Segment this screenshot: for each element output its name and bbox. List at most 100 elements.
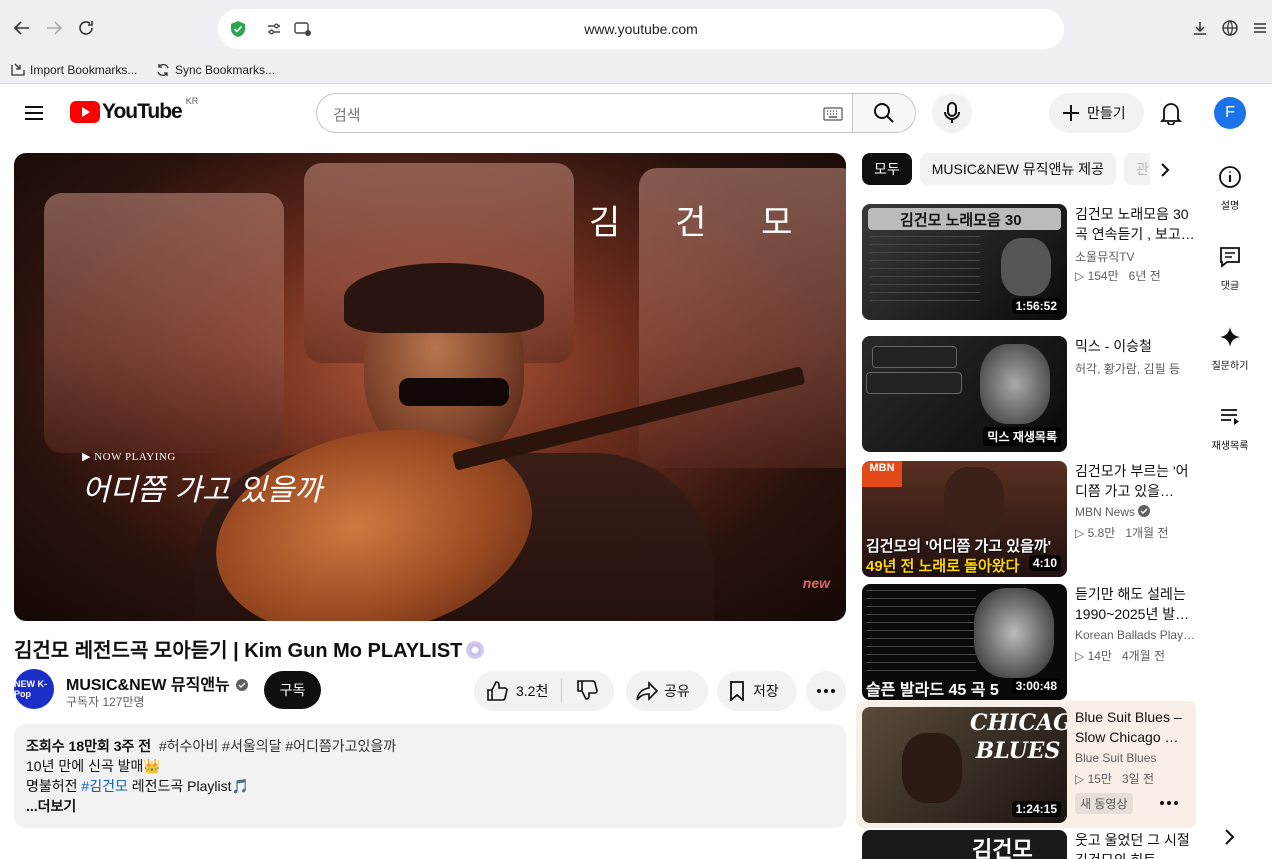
- channel-name[interactable]: MUSIC&NEW 뮤직앤뉴: [66, 671, 249, 695]
- bookmark-label: Import Bookmarks...: [30, 63, 138, 77]
- subscribe-button[interactable]: 구독: [264, 671, 321, 709]
- back-icon[interactable]: [6, 12, 38, 44]
- description-line: 명불허전 #김건모 레전드곡 Playlist🎵: [26, 778, 249, 794]
- search-input[interactable]: 검색: [316, 93, 853, 133]
- rail-comments[interactable]: 댓글: [1200, 245, 1260, 292]
- recommendation-channel[interactable]: Blue Suit Blues: [1075, 751, 1195, 765]
- recommendation-thumbnail[interactable]: 슬픈 발라드 45 곡 5 3:00:48: [862, 584, 1067, 700]
- address-bar[interactable]: www.youtube.com: [218, 9, 1064, 49]
- rail-label: 댓글: [1220, 281, 1240, 292]
- thumbnail-text: 슬픈 발라드 45 곡 5: [866, 682, 999, 699]
- create-label: 만들기: [1087, 105, 1126, 121]
- comment-icon: [1220, 247, 1240, 268]
- hamburger-menu-icon[interactable]: [24, 103, 44, 128]
- share-label: 공유: [664, 683, 690, 699]
- account-avatar[interactable]: F: [1214, 97, 1246, 129]
- recommendation-meta: ▷ 154만 6년 전: [1075, 269, 1161, 283]
- new-video-badge: 새 동영상: [1075, 793, 1133, 814]
- recommendation-item[interactable]: CHICAGO BLUES 1:24:15 Blue Suit Blues – …: [862, 707, 1196, 823]
- now-playing-label: ▶ NOW PLAYING: [82, 451, 176, 463]
- like-count: 3.2천: [516, 683, 549, 699]
- rail-ask[interactable]: 질문하기: [1200, 325, 1260, 372]
- recommendation-item[interactable]: 김건모 노래모음 30 1:56:52 김건모 노래모음 30곡 연속듣기 , …: [862, 204, 1196, 320]
- recommendation-thumbnail[interactable]: MBN 김건모의 '어디쯤 가고 있을까' 49년 전 노래로 돌아왔다 4:1…: [862, 461, 1067, 577]
- search-icon: [874, 103, 894, 123]
- region-code: KR: [185, 96, 199, 106]
- recommendation-title[interactable]: 듣기만 해도 설레는 1990~2025년 발…: [1075, 584, 1195, 624]
- thumbnail-text: 김건모의 '어디쯤 가고 있을까': [866, 538, 1052, 555]
- recommendation-channel[interactable]: Korean Ballads Play…: [1075, 628, 1195, 642]
- recommendation-thumbnail[interactable]: 믹스 재생목록: [862, 336, 1067, 452]
- like-button[interactable]: 3.2천: [474, 679, 562, 703]
- recommendation-meta: ▷ 15만 3일 전: [1075, 772, 1155, 786]
- show-more-link[interactable]: ...더보기: [26, 796, 834, 816]
- dislike-button[interactable]: [562, 679, 598, 704]
- share-icon: [636, 681, 658, 701]
- save-button[interactable]: 저장: [717, 671, 797, 711]
- sync-bookmarks[interactable]: Sync Bookmarks...: [155, 60, 275, 80]
- recommendation-thumbnail[interactable]: 김건모 노래모음 30 1:56:52: [862, 204, 1067, 320]
- rail-label: 질문하기: [1211, 361, 1249, 372]
- bookmark-icon: [730, 681, 744, 701]
- more-actions-button[interactable]: [806, 671, 846, 711]
- search-button[interactable]: [852, 93, 916, 133]
- more-horizontal-icon: [817, 689, 835, 693]
- chip-all[interactable]: 모두: [862, 153, 912, 185]
- hashtag-link[interactable]: #김건모: [81, 778, 127, 794]
- logo-text: YouTube: [102, 100, 183, 123]
- recommendation-channel[interactable]: 소울뮤직TV: [1075, 248, 1195, 265]
- chip-next-arrow[interactable]: [1150, 155, 1180, 185]
- recommendation-item[interactable]: 믹스 재생목록 믹스 - 이승철 허각, 황가람, 김필 등: [862, 330, 1196, 452]
- create-button[interactable]: 만들기: [1049, 93, 1144, 133]
- translate-icon[interactable]: [1214, 12, 1246, 44]
- download-icon[interactable]: [1184, 12, 1216, 44]
- share-button[interactable]: 공유: [626, 671, 708, 711]
- overlay-artist-name: 김 건 모: [589, 203, 815, 243]
- reload-icon[interactable]: [70, 12, 102, 44]
- notifications-bell-icon[interactable]: [1159, 101, 1183, 130]
- import-bookmarks[interactable]: Import Bookmarks...: [10, 60, 137, 80]
- recommendation-thumbnail[interactable]: CHICAGO BLUES 1:24:15: [862, 707, 1067, 823]
- recommendation-thumbnail[interactable]: 김건모: [862, 830, 1067, 859]
- channel-avatar[interactable]: NEW K-Pop: [14, 669, 54, 709]
- description-box[interactable]: 조회수 18만회 3주 전 #허수아비 #서울의달 #어디쯤가고있을까 10년 …: [14, 724, 846, 828]
- keyboard-icon[interactable]: [823, 107, 843, 121]
- recommendation-item[interactable]: MBN 김건모의 '어디쯤 가고 있을까' 49년 전 노래로 돌아왔다 4:1…: [862, 461, 1196, 577]
- video-title: 김건모 레전드곡 모아듣기 | Kim Gun Mo PLAYLIST: [14, 634, 485, 663]
- sparkle-icon: [1220, 327, 1240, 347]
- like-dislike-group: 3.2천: [474, 671, 614, 711]
- forward-icon[interactable]: [38, 12, 70, 44]
- recommendation-title[interactable]: 웃고 울었던 그 시절 김건모의 히트…: [1075, 830, 1195, 859]
- bookmarks-bar: Import Bookmarks... Sync Bookmarks...: [0, 56, 1272, 84]
- performer-hat: [344, 263, 544, 333]
- recommendation-meta: ▷ 14만 4개월 전: [1075, 649, 1166, 663]
- recommendation-title[interactable]: Blue Suit Blues – Slow Chicago …: [1075, 707, 1195, 747]
- recommendation-item[interactable]: 슬픈 발라드 45 곡 5 3:00:48 듣기만 해도 설레는 1990~20…: [862, 584, 1196, 700]
- recommendation-channel[interactable]: MBN News: [1075, 505, 1195, 519]
- video-player[interactable]: 김 건 모 ▶ NOW PLAYING 어디쯤 가고 있을까 new: [14, 153, 846, 621]
- recommendation-meta: ▷ 5.8만 1개월 전: [1075, 526, 1169, 540]
- thumbs-down-icon: [577, 679, 598, 700]
- chevron-right-icon: [1225, 829, 1235, 845]
- overlay-song-title: 어디쯤 가고 있을까: [82, 473, 322, 508]
- thumbnail-text: CHICAGO BLUES: [970, 710, 1067, 764]
- chip-from-channel[interactable]: MUSIC&NEW 뮤직앤뉴 제공: [919, 153, 1116, 185]
- thumbnail-text: 김건모: [972, 837, 1033, 859]
- sync-icon: [157, 63, 169, 77]
- recommendation-title[interactable]: 믹스 - 이승철: [1075, 336, 1195, 356]
- more-vertical-icon[interactable]: [1160, 801, 1178, 805]
- import-icon: [11, 63, 25, 76]
- youtube-logo[interactable]: YouTube KR: [70, 96, 198, 124]
- rail-description[interactable]: 설명: [1200, 165, 1260, 212]
- recommendation-item[interactable]: 김건모 웃고 울었던 그 시절 김건모의 히트…: [862, 830, 1196, 859]
- mix-playlist-label: 믹스 재생목록: [983, 427, 1061, 446]
- voice-search-button[interactable]: [932, 93, 972, 133]
- youtube-play-icon: [70, 101, 100, 123]
- rail-expand-arrow[interactable]: [1222, 827, 1236, 852]
- recommendation-title[interactable]: 김건모가 부르는 '어디쯤 가고 있을…: [1075, 461, 1195, 501]
- youtube-header: YouTube KR 검색 만들기 F: [0, 85, 1272, 141]
- rail-playlist[interactable]: 재생목록: [1200, 405, 1260, 452]
- menu-icon[interactable]: [1244, 12, 1272, 44]
- video-duration: 4:10: [1028, 555, 1061, 571]
- recommendation-title[interactable]: 김건모 노래모음 30곡 연속듣기 , 보고…: [1075, 204, 1195, 244]
